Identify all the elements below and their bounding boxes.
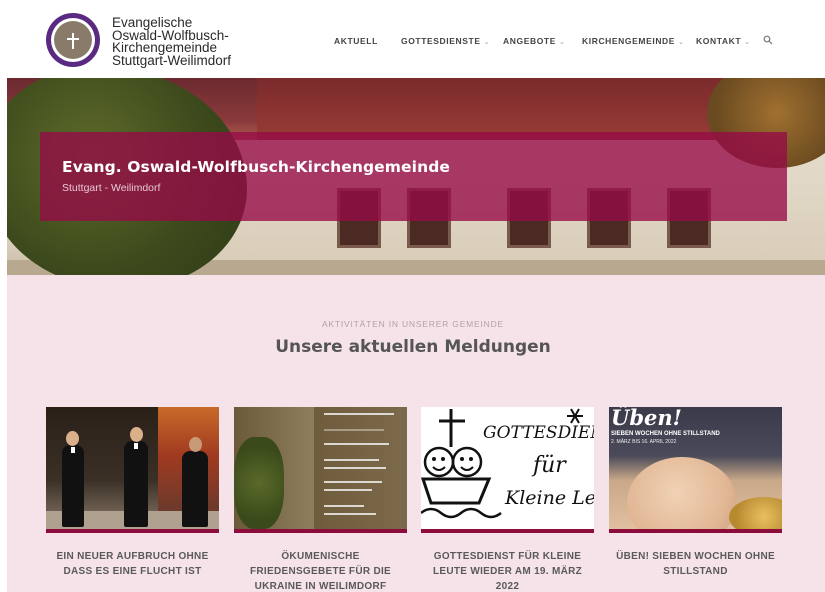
hero-title: Evang. Oswald-Wolfbusch-Kirchengemeinde [62, 158, 451, 176]
main-nav: AKTUELL GOTTESDIENSTE ⌄ ANGEBOTE ⌄ KIRCHEN… [7, 35, 825, 50]
news-card-image[interactable] [46, 407, 219, 529]
nav-item-angebote[interactable]: ANGEBOTE ⌄ [503, 36, 565, 46]
chevron-down-icon: ⌄ [483, 39, 491, 46]
section-headline: Unsere aktuellen Meldungen [275, 337, 551, 357]
hero-caption-box: Evang. Oswald-Wolfbusch-Kirchengemeinde … [40, 132, 787, 221]
nav-item-kirchengemeinde[interactable]: KIRCHENGEMEINDE ⌄ [582, 36, 685, 46]
site-header: Evangelische Oswald-Wolfbusch- Kirchenge… [7, 5, 825, 78]
nav-item-kontakt[interactable]: KONTAKT ⌄ [696, 36, 751, 46]
search-icon[interactable] [763, 35, 773, 45]
chevron-down-icon: ⌄ [678, 39, 685, 46]
hero-banner-image: Evang. Oswald-Wolfbusch-Kirchengemeinde … [7, 78, 825, 275]
news-card-title[interactable]: ÖKUMENISCHE FRIEDENSGEBETE FÜR DIE UKRAI… [234, 549, 407, 592]
news-card[interactable]: Üben! SIEBEN WOCHEN OHNE STILLSTAND 2. M… [609, 407, 782, 579]
nav-item-gottesdienste[interactable]: GOTTESDIENSTE ⌄ [401, 36, 490, 46]
news-card-image[interactable] [234, 407, 407, 529]
section-kicker: AKTIVITÄTEN IN UNSERER GEMEINDE [321, 319, 505, 329]
news-section: AKTIVITÄTEN IN UNSERER GEMEINDE Unsere a… [7, 275, 825, 592]
news-card-image[interactable]: Üben! SIEBEN WOCHEN OHNE STILLSTAND 2. M… [609, 407, 782, 529]
child-face [627, 457, 737, 529]
news-card-title[interactable]: ÜBEN! SIEBEN WOCHEN OHNE STILLSTAND [609, 549, 782, 579]
news-card[interactable]: GOTTESDIENST für Kleine Leute GOTTESDIEN… [421, 407, 594, 592]
news-card[interactable]: EIN NEUER AUFBRUCH OHNE DASS ES EINE FLU… [46, 407, 219, 579]
chevron-down-icon: ⌄ [744, 39, 751, 46]
news-card[interactable]: ÖKUMENISCHE FRIEDENSGEBETE FÜR DIE UKRAI… [234, 407, 407, 592]
nav-item-aktuell[interactable]: AKTUELL [334, 36, 378, 46]
news-card-image[interactable]: GOTTESDIENST für Kleine Leute [421, 407, 594, 529]
chevron-down-icon: ⌄ [558, 39, 566, 46]
news-card-title[interactable]: GOTTESDIENST FÜR KLEINE LEUTE WIEDER AM … [421, 549, 594, 592]
news-card-title[interactable]: EIN NEUER AUFBRUCH OHNE DASS ES EINE FLU… [46, 549, 219, 579]
hero-subtitle: Stuttgart - Weilimdorf [62, 182, 161, 194]
brand-line: Stuttgart-Weilimdorf [112, 52, 232, 68]
